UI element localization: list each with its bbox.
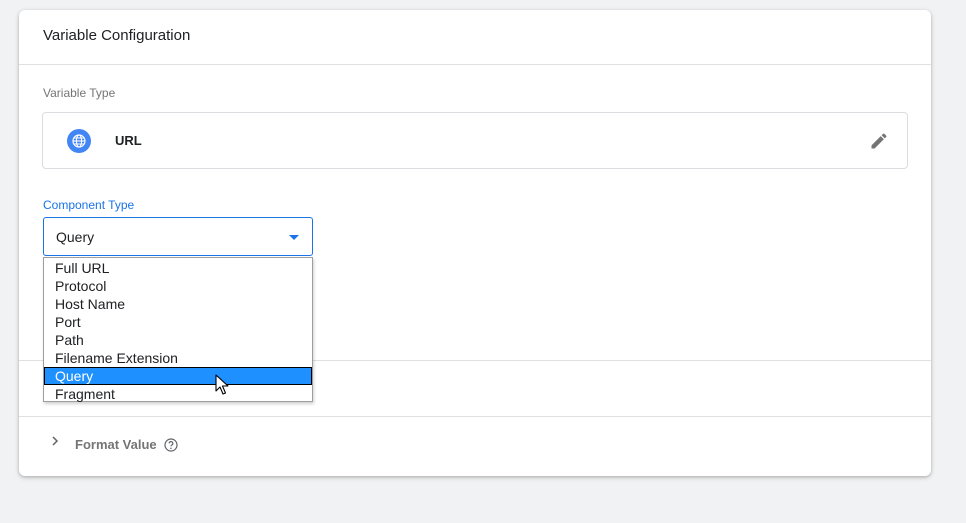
dropdown-option[interactable]: Host Name [44,295,312,313]
mouse-cursor-icon [215,374,229,395]
pencil-icon[interactable] [869,131,889,151]
header-divider [19,64,931,65]
variable-type-label: Variable Type [43,86,116,100]
dropdown-option[interactable]: Protocol [44,277,312,295]
component-type-label: Component Type [43,198,135,212]
format-value-row[interactable]: Format Value [19,417,931,457]
dropdown-arrow-icon [289,235,299,240]
help-icon[interactable] [164,438,178,452]
dropdown-option[interactable]: Path [44,331,312,349]
component-type-value: Query [56,229,95,245]
dropdown-option[interactable]: Full URL [44,259,312,277]
variable-type-name: URL [115,133,142,148]
dropdown-option[interactable]: Filename Extension [44,349,312,367]
component-type-select[interactable]: Query [43,217,313,256]
dropdown-option[interactable]: Port [44,313,312,331]
variable-type-box[interactable]: URL [42,112,908,169]
dropdown-option-selected[interactable]: Query [44,367,312,385]
variable-configuration-card: Variable Configuration Variable Type URL… [19,10,931,476]
card-title: Variable Configuration [43,27,191,44]
globe-icon [67,129,91,153]
chevron-right-icon[interactable] [49,435,61,447]
dropdown-option[interactable]: Fragment [44,385,312,403]
component-type-dropdown-list: Full URL Protocol Host Name Port Path Fi… [43,257,313,402]
format-value-label: Format Value [75,437,157,452]
